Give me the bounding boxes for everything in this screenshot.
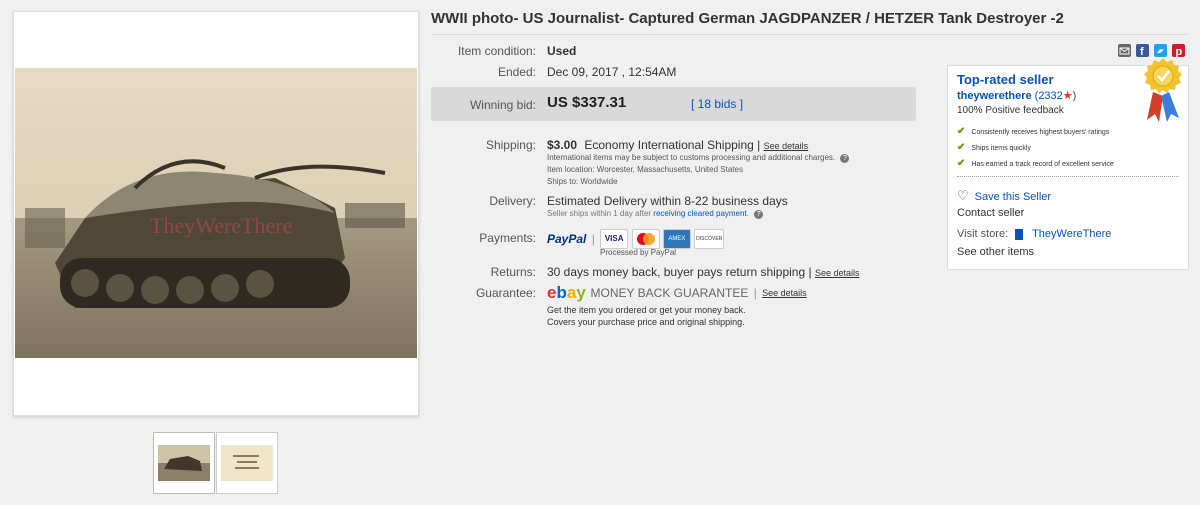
feature-service: ✔ Has earned a track record of excellent …: [957, 158, 1114, 169]
store-name-link[interactable]: TheyWereThere: [1032, 228, 1111, 240]
shipping-price: $3.00: [547, 138, 578, 152]
heart-icon: ♡: [957, 188, 969, 203]
shipping-method: Economy International Shipping |: [584, 138, 761, 152]
tank-photo-illustration: TheyWereThere: [15, 68, 417, 358]
returns-label: Returns:: [490, 265, 536, 279]
condition-value: Used: [547, 44, 577, 58]
winning-bid-label: Winning bid:: [469, 98, 536, 112]
thumbnail-tank-image: [158, 445, 210, 481]
discover-card-icon: DISCOVER: [694, 229, 725, 249]
seller-divider: [957, 176, 1179, 177]
returns-value: 30 days money back, buyer pays return sh…: [547, 265, 812, 279]
seller-info-box: Top-rated seller theywerethere (2332★) 1…: [947, 58, 1189, 270]
bids-link[interactable]: [ 18 bids ]: [691, 97, 743, 111]
facebook-icon[interactable]: f: [1136, 44, 1149, 58]
pinterest-icon[interactable]: p: [1172, 44, 1185, 58]
seller-name-link[interactable]: theywerethere: [957, 90, 1032, 102]
checkmark-icon: ✔: [957, 142, 966, 153]
main-image-frame[interactable]: TheyWereThere: [13, 11, 419, 416]
thumbnail-back-image: [221, 445, 273, 481]
delivery-label: Delivery:: [489, 194, 536, 208]
main-photo[interactable]: TheyWereThere: [15, 68, 417, 358]
item-title: WWII photo- US Journalist- Captured Germ…: [431, 10, 1064, 27]
feature-ships-quickly: ✔ Ships items quickly: [957, 142, 1031, 153]
help-icon[interactable]: ?: [754, 210, 764, 219]
guarantee-text-2: Covers your purchase price and original …: [547, 317, 745, 327]
mastercard-icon: [631, 229, 660, 249]
shipping-note: International items may be subject to cu…: [547, 153, 850, 163]
guarantee-see-details-link[interactable]: See details: [762, 288, 807, 298]
save-seller-link[interactable]: ♡ Save this Seller: [957, 188, 1051, 204]
ended-value: Dec 09, 2017 , 12:54AM: [547, 65, 677, 79]
guarantee-label: Guarantee:: [475, 286, 536, 300]
checkmark-icon: ✔: [957, 126, 966, 137]
contact-seller-link[interactable]: Contact seller: [957, 207, 1024, 219]
email-icon[interactable]: [1118, 44, 1131, 57]
visa-card-icon: VISA: [600, 229, 629, 249]
condition-label: Item condition:: [457, 44, 536, 58]
thumbnail-2[interactable]: [216, 432, 278, 494]
title-divider: [431, 34, 1188, 35]
checkmark-icon: ✔: [957, 158, 966, 169]
svg-text:f: f: [1140, 46, 1144, 57]
amex-card-icon: AMEX: [662, 229, 691, 249]
feedback-score[interactable]: (2332: [1035, 90, 1063, 102]
money-back-text: MONEY BACK GUARANTEE: [590, 286, 749, 300]
winning-bid-value: US $337.31: [547, 94, 627, 111]
top-rated-seller-ribbon-icon: [1144, 58, 1182, 122]
visit-store-label: Visit store:: [957, 228, 1009, 240]
delivery-value: Estimated Delivery within 8-22 business …: [547, 194, 788, 208]
payments-label: Payments:: [479, 231, 536, 245]
shipping-see-details-link[interactable]: See details: [764, 141, 809, 151]
cleared-payment-link[interactable]: receiving cleared payment: [653, 209, 746, 218]
ebay-logo: ebay: [547, 283, 586, 302]
help-icon[interactable]: ?: [840, 154, 850, 163]
paypal-logo: PayPal: [547, 232, 587, 246]
see-other-items-link[interactable]: See other items: [957, 246, 1034, 258]
ended-label: Ended:: [497, 65, 536, 79]
guarantee-text-1: Get the item you ordered or get your mon…: [547, 305, 746, 315]
watermark-text: TheyWereThere: [150, 213, 292, 238]
positive-feedback: 100% Positive feedback: [957, 105, 1064, 116]
svg-text:p: p: [1176, 46, 1183, 57]
shipping-label: Shipping:: [485, 138, 536, 152]
delivery-note: Seller ships within 1 day after receivin…: [547, 209, 764, 219]
feature-ratings: ✔ Consistently receives highest buyers' r…: [957, 126, 1110, 137]
top-rated-seller-heading: Top-rated seller: [957, 72, 1054, 87]
thumbnail-1[interactable]: [153, 432, 215, 494]
star-icon: ★: [1062, 90, 1073, 102]
ships-to: Ships to: Worldwide: [547, 177, 618, 186]
returns-see-details-link[interactable]: See details: [815, 268, 860, 278]
processed-by-paypal: Processed by PayPal: [600, 248, 677, 257]
store-icon: [1015, 228, 1024, 240]
payment-methods: PayPal | VISA AMEX DISCOVER: [547, 229, 725, 249]
twitter-icon[interactable]: [1154, 44, 1167, 57]
item-location: Item location: Worcester, Massachusetts,…: [547, 165, 743, 174]
money-back-guarantee: ebay MONEY BACK GUARANTEE | See details: [547, 283, 807, 302]
